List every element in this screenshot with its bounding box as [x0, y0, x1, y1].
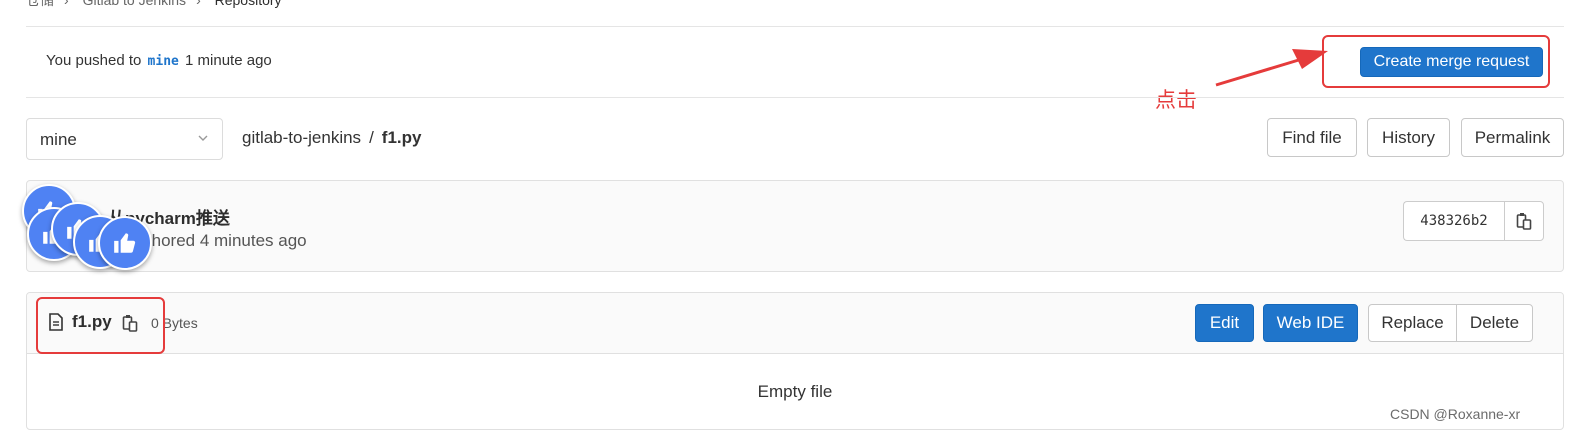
divider — [26, 97, 1564, 98]
branch-select[interactable]: mine — [26, 118, 223, 160]
empty-file-message: Empty file — [757, 382, 833, 401]
replace-button[interactable]: Replace — [1368, 304, 1457, 342]
last-commit-panel — [26, 180, 1564, 272]
find-file-button[interactable]: Find file — [1267, 118, 1357, 157]
commit-sha-link[interactable]: 438326b2 — [1403, 201, 1504, 241]
history-button[interactable]: History — [1367, 118, 1450, 157]
delete-button[interactable]: Delete — [1456, 304, 1533, 342]
copy-sha-button[interactable] — [1504, 201, 1544, 241]
breadcrumb-item-repository[interactable]: Repository — [215, 0, 282, 8]
breadcrumb: 仓储 › Gitlab to Jenkins › Repository — [26, 0, 292, 10]
annotation-arrow-icon — [1215, 49, 1328, 87]
push-notice-suffix: 1 minute ago — [185, 52, 272, 69]
file-path-breadcrumb: gitlab-to-jenkins / f1.py — [242, 128, 421, 148]
path-file-name[interactable]: f1.py — [382, 128, 422, 147]
annotation-highlight-box — [36, 297, 165, 354]
push-notice: You pushed to mine 1 minute ago — [46, 52, 272, 69]
commit-meta: authored 4 minutes ago — [128, 231, 307, 250]
path-project-link[interactable]: gitlab-to-jenkins — [242, 128, 361, 147]
chevron-down-icon — [198, 135, 208, 141]
edit-button[interactable]: Edit — [1195, 304, 1254, 342]
push-notice-prefix: You pushed to — [46, 52, 142, 69]
breadcrumb-item-project[interactable]: Gitlab to Jenkins — [83, 0, 187, 8]
permalink-button[interactable]: Permalink — [1461, 118, 1564, 157]
branch-select-value: mine — [40, 130, 77, 149]
thumbs-up-icon — [98, 216, 152, 270]
copy-icon — [1516, 213, 1532, 230]
pushed-branch-link[interactable]: mine — [148, 54, 179, 69]
watermark: CSDN @Roxanne-xr — [1390, 406, 1521, 422]
path-separator: / — [369, 128, 374, 147]
breadcrumb-item-group[interactable]: 仓储 — [26, 0, 54, 8]
web-ide-button[interactable]: Web IDE — [1263, 304, 1358, 342]
annotation-label: 点击 — [1155, 88, 1197, 112]
annotation-highlight-box — [1322, 35, 1550, 88]
divider — [26, 26, 1564, 27]
